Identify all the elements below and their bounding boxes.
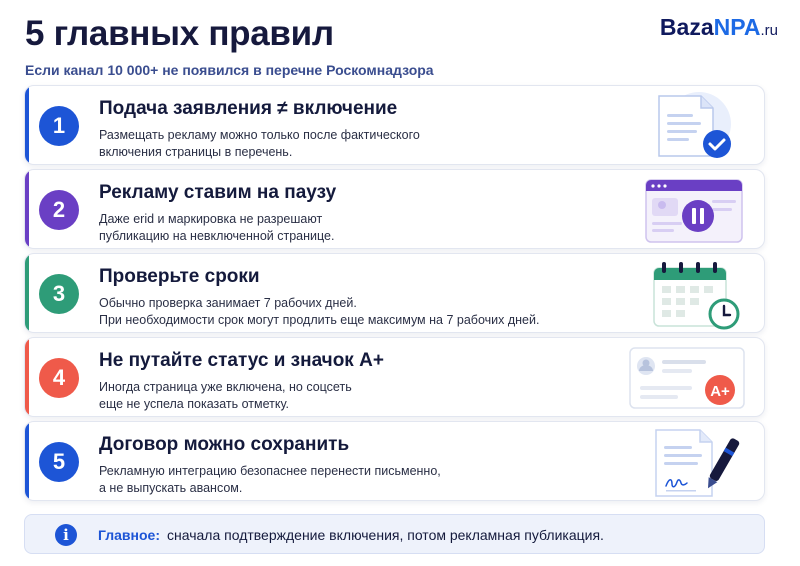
rule-card-3: 3 Проверьте сроки Обычно проверка занима… (24, 253, 765, 333)
logo-part-domain: .ru (760, 22, 778, 39)
bazanpa-logo[interactable]: BazaNPA.ru (660, 14, 778, 41)
rule-description-line: Обычно проверка занимает 7 рабочих дней. (99, 296, 357, 310)
rule-accent-bar (25, 338, 29, 416)
rule-number-badge: 4 (39, 358, 79, 398)
rule-description-line: При необходимости срок могут продлить ещ… (99, 313, 540, 327)
rule-description-line: еще не успела показать отметку. (99, 397, 289, 411)
calendar-clock-icon (653, 262, 740, 330)
contract-pen-icon (655, 429, 740, 497)
rule-title: Проверьте сроки (99, 266, 260, 287)
document-check-icon (658, 92, 731, 158)
rule-description: Обычно проверка занимает 7 рабочих дней.… (99, 295, 539, 329)
rule-description: Рекламную интеграцию безопаснее перенест… (99, 463, 441, 497)
key-takeaway-banner: i Главное: сначала подтверждение включен… (24, 514, 765, 554)
rule-title: Подача заявления ≠ включение (99, 98, 398, 119)
rule-description-line: включения страницы в перечень. (99, 145, 293, 159)
a-plus-badge-text: A+ (710, 383, 730, 400)
rule-description-line: публикацию на невключенной странице. (99, 229, 335, 243)
page-subtitle: Если канал 10 000+ не появился в перечне… (25, 62, 434, 78)
rule-description: Даже erid и маркировка не разрешают публ… (99, 211, 334, 245)
rule-description: Иногда страница уже включена, но соцсеть… (99, 379, 352, 413)
rule-number-badge: 5 (39, 442, 79, 482)
logo-part-baza: Baza (659, 14, 714, 40)
takeaway-lead: Главное: (98, 527, 160, 543)
header: 5 главных правил Если канал 10 000+ не п… (25, 12, 434, 78)
info-icon: i (55, 524, 77, 546)
rules-list: 1 Подача заявления ≠ включение Размещать… (24, 85, 765, 505)
rule-description-line: Даже erid и маркировка не разрешают (99, 212, 323, 226)
rule-description-line: Рекламную интеграцию безопаснее перенест… (99, 464, 441, 478)
rule-description-line: Иногда страница уже включена, но соцсеть (99, 380, 352, 394)
rule-description-line: а не выпускать авансом. (99, 481, 243, 495)
rule-accent-bar (25, 86, 29, 164)
rule-number-badge: 2 (39, 190, 79, 230)
pause-window-icon (645, 179, 743, 243)
rule-description-line: Размещать рекламу можно только после фак… (99, 128, 420, 142)
rule-card-1: 1 Подача заявления ≠ включение Размещать… (24, 85, 765, 165)
logo-part-npa: NPA (713, 14, 761, 40)
rule-accent-bar (25, 254, 29, 332)
rule-card-5: 5 Договор можно сохранить Рекламную инте… (24, 421, 765, 501)
rule-card-2: 2 Рекламу ставим на паузу Даже erid и ма… (24, 169, 765, 249)
rule-accent-bar (25, 422, 29, 500)
rule-title: Рекламу ставим на паузу (99, 182, 337, 203)
rule-description: Размещать рекламу можно только после фак… (99, 127, 420, 161)
rule-accent-bar (25, 170, 29, 248)
profile-badge-icon: A+ (629, 347, 745, 409)
rule-number-badge: 1 (39, 106, 79, 146)
rule-title: Договор можно сохранить (99, 434, 350, 455)
rule-number-badge: 3 (39, 274, 79, 314)
takeaway-text: сначала подтверждение включения, потом р… (167, 527, 604, 543)
page-title: 5 главных правил (25, 14, 334, 53)
rule-card-4: 4 Не путайте статус и значок А+ Иногда с… (24, 337, 765, 417)
rule-title: Не путайте статус и значок А+ (99, 350, 384, 371)
